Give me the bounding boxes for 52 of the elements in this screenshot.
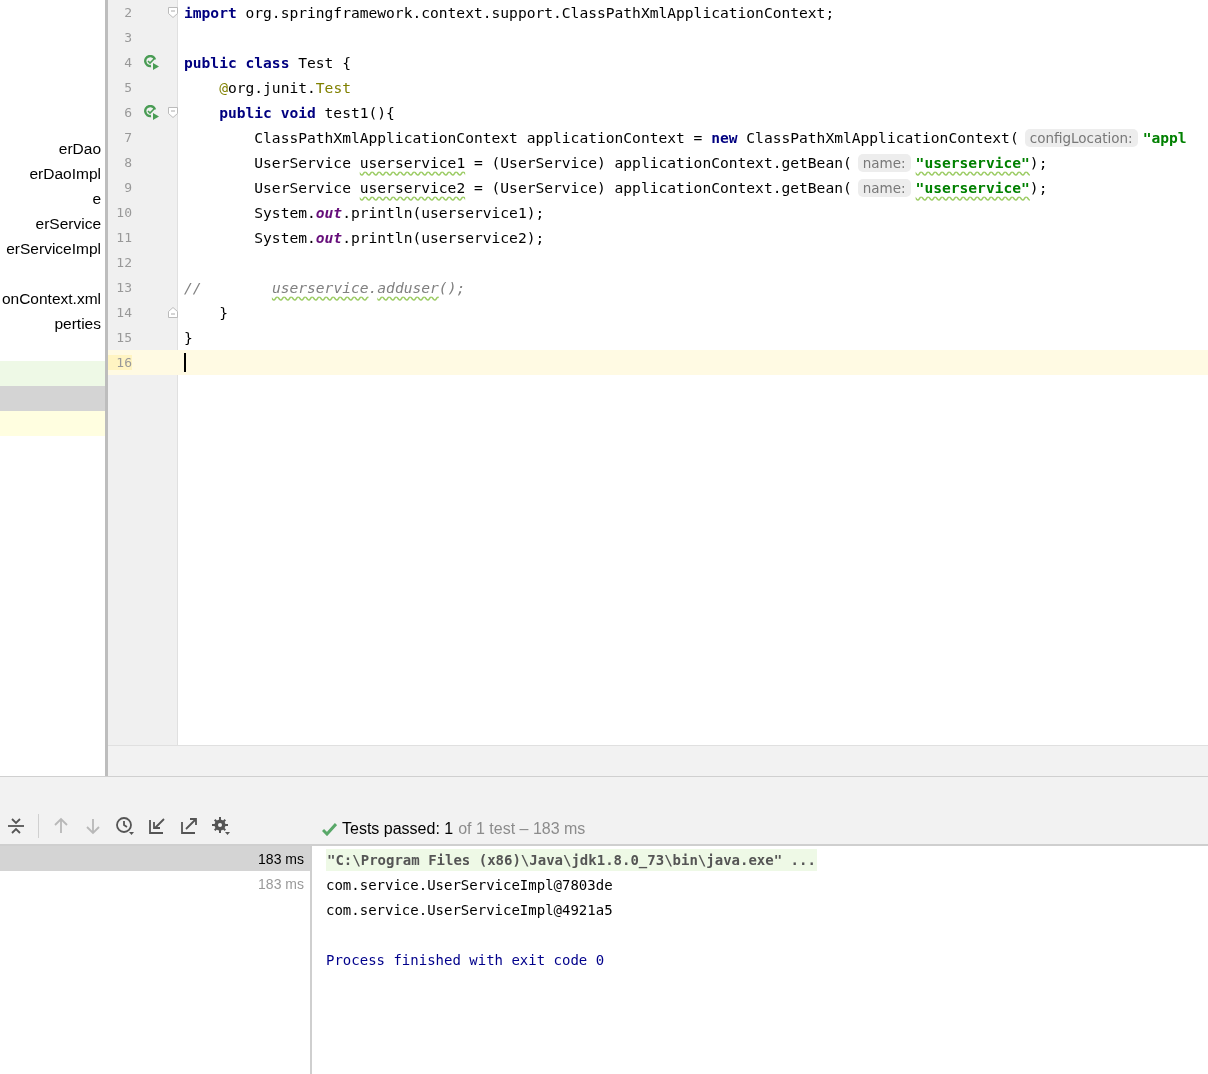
code-line: // userservice.adduser(); <box>184 279 466 296</box>
settings-icon[interactable] <box>211 816 231 836</box>
code-line: System.out.println(userservice1); <box>253 204 545 221</box>
tree-item[interactable]: perties <box>54 314 101 333</box>
code-line: } <box>184 329 193 346</box>
line-number: 9 <box>123 180 132 195</box>
tree-item[interactable]: erDao <box>58 139 101 158</box>
code-line: System.out.println(userservice2); <box>253 229 545 246</box>
line-number: 13 <box>115 280 132 295</box>
line-number: 11 <box>115 230 132 245</box>
tests-passed-label: Tests passed: 1 <box>342 820 454 838</box>
fold-marker-icon[interactable] <box>168 307 178 318</box>
code-line: @org.junit.Test <box>218 79 351 96</box>
test-summary: of 1 test – 183 ms <box>458 820 586 838</box>
line-number: 16 <box>108 355 132 370</box>
code-line: import org.springframework.context.support.ClassPathXmlApplicationContext; <box>184 4 835 21</box>
console-output: com.service.UserServiceImpl@7803de <box>326 876 613 893</box>
console-output: com.service.UserServiceImpl@4921a5 <box>326 901 613 918</box>
tree-item[interactable]: erService <box>35 214 101 233</box>
line-number: 4 <box>123 55 132 70</box>
tree-item[interactable]: erServiceImpl <box>6 239 101 258</box>
test-row[interactable]: 183 ms <box>0 846 310 871</box>
check-icon <box>322 822 337 836</box>
fold-marker-icon[interactable] <box>168 107 178 118</box>
line-number: 8 <box>123 155 132 170</box>
line-number: 5 <box>123 80 132 95</box>
line-number: 6 <box>123 105 132 120</box>
line-number: 3 <box>123 30 132 45</box>
collapse-all-icon[interactable] <box>6 816 26 836</box>
line-number: 7 <box>123 130 132 145</box>
line-number: 14 <box>115 305 132 320</box>
line-number: 15 <box>115 330 132 345</box>
tree-item[interactable]: onContext.xml <box>1 289 101 308</box>
code-line: public void test1(){ <box>218 104 395 121</box>
tree-item[interactable]: erDaoImpl <box>29 164 101 183</box>
run-icon[interactable] <box>144 105 160 120</box>
code-line: ClassPathXmlApplicationContext applicationContext = new ClassPathXmlApplicationContext( configLocation: "appl <box>253 129 1187 146</box>
fold-marker-icon[interactable] <box>168 7 178 18</box>
text-caret <box>184 353 186 372</box>
run-icon[interactable] <box>144 55 160 70</box>
console-exit-message: Process finished with exit code 0 <box>326 951 605 968</box>
code-line: } <box>218 304 228 321</box>
tree-item[interactable]: e <box>92 189 101 208</box>
line-number: 12 <box>115 255 132 270</box>
code-line: public class Test { <box>184 54 351 71</box>
line-number: 2 <box>123 5 132 20</box>
export-icon[interactable] <box>179 816 199 836</box>
import-icon[interactable] <box>147 816 167 836</box>
code-line: UserService userservice2 = (UserService) applicationContext.getBean( name: "userservice"); <box>253 179 1048 196</box>
code-line: UserService userservice1 = (UserService) applicationContext.getBean( name: "userservice"); <box>253 154 1048 171</box>
line-number: 10 <box>115 205 132 220</box>
clock-icon[interactable] <box>115 816 135 836</box>
